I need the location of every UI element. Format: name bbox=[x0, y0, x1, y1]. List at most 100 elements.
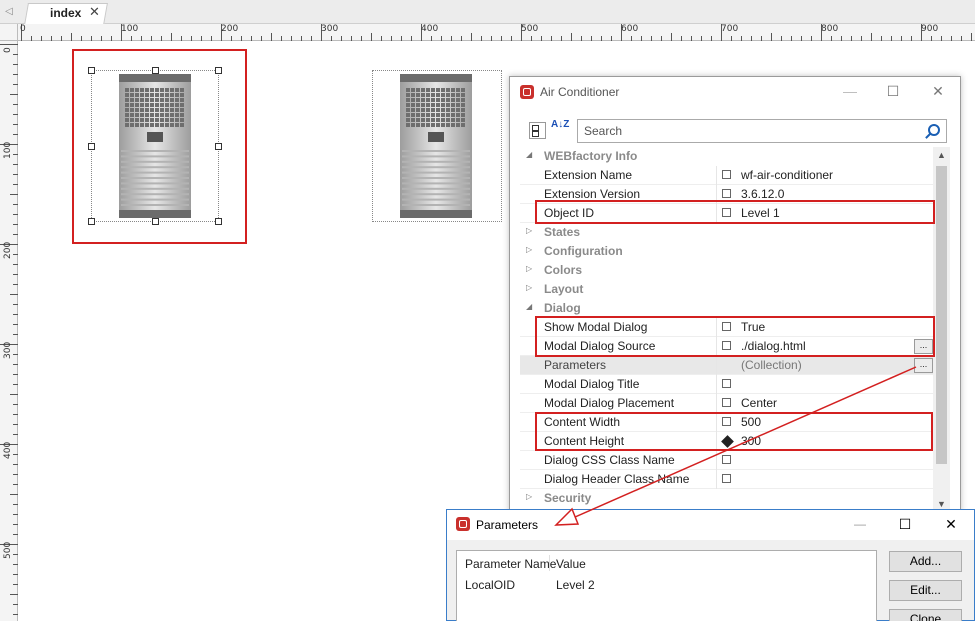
tab-scroll-left-icon[interactable]: ◁ bbox=[3, 5, 15, 19]
scrollbar-thumb[interactable] bbox=[936, 166, 947, 464]
property-value[interactable]: ./dialog.html bbox=[741, 339, 806, 353]
air-conditioner-icon[interactable] bbox=[400, 74, 472, 218]
alphabetical-sort-icon[interactable]: A↓Z bbox=[551, 120, 569, 130]
minimize-icon[interactable]: — bbox=[840, 81, 860, 101]
expand-icon[interactable]: ▷ bbox=[526, 226, 532, 235]
category-webfactory-info[interactable]: ◢ WEBfactory Info bbox=[520, 147, 935, 166]
grille-cell bbox=[441, 88, 445, 92]
category-colors[interactable]: ▷ Colors bbox=[520, 261, 935, 280]
property-binding-icon[interactable] bbox=[722, 322, 731, 331]
air-conditioner-icon[interactable] bbox=[119, 74, 191, 218]
scroll-up-icon[interactable]: ▲ bbox=[933, 147, 950, 164]
app-icon bbox=[456, 517, 470, 531]
search-field[interactable] bbox=[577, 119, 947, 143]
tab-close-icon[interactable]: ✕ bbox=[89, 5, 100, 19]
property-binding-icon[interactable] bbox=[722, 341, 731, 350]
grille-cell bbox=[160, 98, 164, 102]
ruler-label: 100 bbox=[121, 24, 139, 34]
resize-handle[interactable] bbox=[88, 218, 95, 225]
property-binding-icon[interactable] bbox=[722, 455, 731, 464]
category-states[interactable]: ▷ States bbox=[520, 223, 935, 242]
edit-button[interactable]: Edit... bbox=[889, 580, 962, 601]
column-header[interactable]: Parameter Name bbox=[465, 557, 556, 571]
minimize-icon[interactable]: — bbox=[850, 514, 870, 534]
browse-button[interactable]: ... bbox=[914, 339, 933, 354]
category-configuration[interactable]: ▷ Configuration bbox=[520, 242, 935, 261]
grille-cell bbox=[461, 118, 465, 122]
expand-icon[interactable]: ▷ bbox=[526, 264, 532, 273]
property-row-modal-dialog-title[interactable]: Modal Dialog Title bbox=[520, 375, 935, 394]
grille-cell bbox=[140, 113, 144, 117]
property-binding-icon[interactable] bbox=[722, 417, 731, 426]
parameters-list[interactable]: Parameter Name Value LocalOID Level 2 bbox=[456, 550, 877, 621]
column-header[interactable]: Value bbox=[556, 557, 586, 571]
property-row-parameters[interactable]: Parameters (Collection) ... bbox=[520, 356, 935, 375]
resize-handle[interactable] bbox=[215, 67, 222, 74]
property-value[interactable]: 3.6.12.0 bbox=[741, 187, 784, 201]
expand-icon[interactable]: ▷ bbox=[526, 492, 532, 501]
clone-button[interactable]: Clone bbox=[889, 609, 962, 621]
property-bound-diamond-icon[interactable] bbox=[721, 435, 734, 448]
category-dialog[interactable]: ◢ Dialog bbox=[520, 299, 935, 318]
property-value[interactable]: Level 1 bbox=[741, 206, 780, 220]
property-binding-icon[interactable] bbox=[722, 379, 731, 388]
category-security[interactable]: ▷ Security bbox=[520, 489, 935, 508]
maximize-icon[interactable]: ☐ bbox=[883, 81, 903, 101]
property-binding-icon[interactable] bbox=[722, 398, 731, 407]
collapse-icon[interactable]: ◢ bbox=[526, 150, 532, 159]
resize-handle[interactable] bbox=[215, 218, 222, 225]
vent-slat bbox=[121, 198, 189, 201]
grille-cell bbox=[421, 98, 425, 102]
vent-slat bbox=[121, 193, 189, 196]
expand-icon[interactable]: ▷ bbox=[526, 245, 532, 254]
category-layout[interactable]: ▷ Layout bbox=[520, 280, 935, 299]
property-binding-icon[interactable] bbox=[722, 474, 731, 483]
resize-handle[interactable] bbox=[152, 67, 159, 74]
grille-cell bbox=[411, 118, 415, 122]
resize-handle[interactable] bbox=[152, 218, 159, 225]
search-input[interactable] bbox=[584, 123, 914, 139]
property-binding-icon[interactable] bbox=[722, 189, 731, 198]
grille-cell bbox=[441, 123, 445, 127]
close-icon[interactable]: ✕ bbox=[928, 81, 948, 101]
expand-icon[interactable]: ▷ bbox=[526, 283, 532, 292]
collapse-icon[interactable]: ◢ bbox=[526, 302, 532, 311]
property-value[interactable]: wf-air-conditioner bbox=[741, 168, 833, 182]
resize-handle[interactable] bbox=[88, 67, 95, 74]
vertical-scrollbar[interactable]: ▲ ▼ bbox=[933, 147, 950, 513]
property-row-modal-dialog-source[interactable]: Modal Dialog Source ./dialog.html ... bbox=[520, 337, 935, 356]
property-binding-icon[interactable] bbox=[722, 208, 731, 217]
property-name: Extension Version bbox=[544, 187, 641, 201]
property-row-extension-version[interactable]: Extension Version 3.6.12.0 bbox=[520, 185, 935, 204]
property-value[interactable]: True bbox=[741, 320, 765, 334]
add-button[interactable]: Add... bbox=[889, 551, 962, 572]
property-value[interactable]: Center bbox=[741, 396, 777, 410]
property-row-show-modal-dialog[interactable]: Show Modal Dialog True bbox=[520, 318, 935, 337]
grille-cell bbox=[441, 103, 445, 107]
property-row-extension-name[interactable]: Extension Name wf-air-conditioner bbox=[520, 166, 935, 185]
property-value[interactable]: (Collection) bbox=[741, 358, 802, 372]
property-value[interactable]: 500 bbox=[741, 415, 761, 429]
window-titlebar[interactable]: Parameters — ☐ ✕ bbox=[447, 510, 974, 540]
property-row-dialog-css-class[interactable]: Dialog CSS Class Name bbox=[520, 451, 935, 470]
list-item-value[interactable]: Level 2 bbox=[556, 578, 595, 592]
list-item-name[interactable]: LocalOID bbox=[465, 578, 515, 592]
maximize-icon[interactable]: ☐ bbox=[895, 514, 915, 534]
grille-cell bbox=[140, 88, 144, 92]
categorized-view-icon[interactable] bbox=[529, 122, 546, 139]
property-row-modal-dialog-placement[interactable]: Modal Dialog Placement Center bbox=[520, 394, 935, 413]
grille-cell bbox=[451, 113, 455, 117]
resize-handle[interactable] bbox=[215, 143, 222, 150]
window-titlebar[interactable]: Air Conditioner — ☐ ✕ bbox=[510, 77, 960, 107]
close-icon[interactable]: ✕ bbox=[941, 514, 961, 534]
property-row-content-height[interactable]: Content Height 300 bbox=[520, 432, 935, 451]
property-row-content-width[interactable]: Content Width 500 bbox=[520, 413, 935, 432]
search-icon[interactable] bbox=[928, 124, 940, 136]
edit-collection-button[interactable]: ... bbox=[914, 358, 933, 373]
grille-cell bbox=[446, 93, 450, 97]
property-row-dialog-header-class[interactable]: Dialog Header Class Name bbox=[520, 470, 935, 489]
property-binding-icon[interactable] bbox=[722, 170, 731, 179]
resize-handle[interactable] bbox=[88, 143, 95, 150]
property-value[interactable]: 300 bbox=[741, 434, 761, 448]
property-row-object-id[interactable]: Object ID Level 1 bbox=[520, 204, 935, 223]
